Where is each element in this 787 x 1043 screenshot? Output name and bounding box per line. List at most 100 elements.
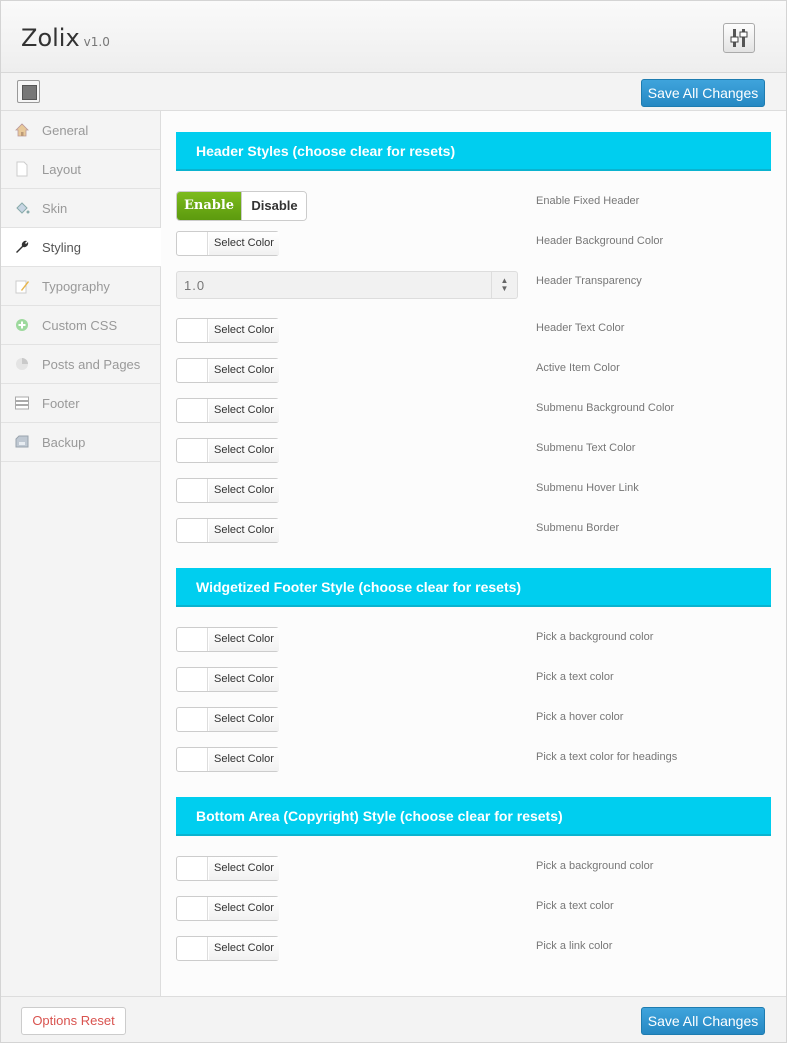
color-swatch [177, 519, 208, 542]
sidebar-item-footer[interactable]: Footer [1, 384, 160, 423]
sidebar-item-posts-and-pages[interactable]: Posts and Pages [1, 345, 160, 384]
select-color-label: Select Color [209, 479, 279, 502]
select-color-label: Select Color [209, 399, 279, 422]
main-content: Header Styles (choose clear for resets) … [176, 111, 772, 996]
select-color-button[interactable]: Select Color [176, 398, 279, 423]
color-swatch [177, 232, 208, 255]
field-label: Pick a background color [536, 860, 654, 872]
color-swatch [177, 857, 208, 880]
field-label: Header Background Color [536, 235, 664, 247]
app-header: Zolix v1.0 [1, 1, 786, 73]
sidebar: General Layout Skin Styling Typography C… [1, 111, 161, 996]
sidebar-item-styling[interactable]: Styling [1, 228, 161, 267]
sidebar-item-custom-css[interactable]: Custom CSS [1, 306, 160, 345]
color-swatch [177, 359, 208, 382]
expand-toggle-icon[interactable] [17, 80, 40, 103]
select-color-label: Select Color [209, 232, 279, 255]
field-label: Submenu Text Color [536, 442, 636, 454]
select-color-button[interactable]: Select Color [176, 747, 279, 772]
select-color-button[interactable]: Select Color [176, 518, 279, 543]
disable-button[interactable]: Disable [241, 192, 306, 220]
select-color-label: Select Color [209, 519, 279, 542]
wrench-icon [14, 239, 30, 255]
field-label: Active Item Color [536, 362, 620, 374]
sidebar-item-typography[interactable]: Typography [1, 267, 160, 306]
color-swatch [177, 937, 208, 960]
options-panel: Zolix v1.0 Save All Changes General Layo… [0, 0, 787, 1043]
sidebar-item-backup[interactable]: Backup [1, 423, 160, 462]
field-label: Enable Fixed Header [536, 195, 640, 207]
sidebar-item-label: Custom CSS [42, 317, 118, 333]
select-color-label: Select Color [209, 897, 279, 920]
select-color-label: Select Color [209, 857, 279, 880]
select-color-button[interactable]: Select Color [176, 231, 279, 256]
color-swatch [177, 628, 208, 651]
field-label: Submenu Hover Link [536, 482, 639, 494]
page-icon [14, 161, 30, 177]
color-swatch [177, 668, 208, 691]
select-color-label: Select Color [209, 439, 279, 462]
sidebar-item-label: General [42, 122, 89, 138]
color-swatch [177, 479, 208, 502]
select-color-button[interactable]: Select Color [176, 856, 279, 881]
field-label: Submenu Border [536, 522, 620, 534]
home-icon [14, 122, 30, 138]
color-swatch [177, 897, 208, 920]
toolbar: Save All Changes [1, 73, 786, 111]
paint-bucket-icon [14, 200, 30, 216]
sliders-icon [730, 29, 748, 47]
select-color-label: Select Color [209, 748, 279, 771]
field-label: Header Text Color [536, 322, 625, 334]
select-color-button[interactable]: Select Color [176, 478, 279, 503]
fixed-header-toggle: Enable Disable [176, 191, 307, 221]
save-all-button-bottom[interactable]: Save All Changes [641, 1007, 765, 1035]
field-label: Pick a background color [536, 631, 654, 643]
select-color-button[interactable]: Select Color [176, 667, 279, 692]
field-label: Pick a text color [536, 900, 614, 912]
sidebar-item-label: Posts and Pages [42, 356, 141, 372]
select-color-button[interactable]: Select Color [176, 936, 279, 961]
select-color-button[interactable]: Select Color [176, 358, 279, 383]
select-color-label: Select Color [209, 319, 279, 342]
color-swatch [177, 319, 208, 342]
select-color-button[interactable]: Select Color [176, 896, 279, 921]
sidebar-item-label: Layout [42, 161, 82, 177]
select-color-label: Select Color [209, 708, 279, 731]
field-label: Pick a text color [536, 671, 614, 683]
select-color-button[interactable]: Select Color [176, 318, 279, 343]
sidebar-item-general[interactable]: General [1, 111, 160, 150]
footer-layout-icon [14, 395, 30, 411]
sidebar-item-layout[interactable]: Layout [1, 150, 160, 189]
header-transparency-select[interactable]: 1.0 ▲ ▼ [176, 271, 518, 299]
field-label: Submenu Background Color [536, 402, 675, 414]
chevron-updown-icon: ▲ ▼ [491, 272, 517, 298]
save-all-button-top[interactable]: Save All Changes [641, 79, 765, 107]
select-color-label: Select Color [209, 628, 279, 651]
enable-button[interactable]: Enable [177, 192, 241, 220]
color-swatch [177, 439, 208, 462]
field-label: Pick a link color [536, 940, 613, 952]
field-label: Pick a text color for headings [536, 751, 678, 763]
section-title-bottom-area: Bottom Area (Copyright) Style (choose cl… [176, 797, 771, 836]
app-version: v1.0 [83, 35, 110, 49]
field-label: Header Transparency [536, 275, 642, 287]
options-footer: Options Reset Save All Changes [1, 996, 786, 1042]
select-color-button[interactable]: Select Color [176, 438, 279, 463]
section-title-footer-style: Widgetized Footer Style (choose clear fo… [176, 568, 771, 607]
select-color-label: Select Color [209, 668, 279, 691]
select-color-button[interactable]: Select Color [176, 627, 279, 652]
options-reset-button[interactable]: Options Reset [21, 1007, 126, 1035]
color-swatch [177, 748, 208, 771]
sidebar-item-skin[interactable]: Skin [1, 189, 160, 228]
select-color-label: Select Color [209, 359, 279, 382]
sidebar-item-label: Typography [42, 278, 110, 294]
pencil-icon [14, 278, 30, 294]
section-title-header-styles: Header Styles (choose clear for resets) [176, 132, 771, 171]
settings-toggle-button[interactable] [723, 23, 755, 53]
selected-value: 1.0 [184, 278, 206, 293]
sidebar-item-label: Skin [42, 200, 68, 216]
sidebar-item-label: Footer [42, 395, 80, 411]
sidebar-item-label: Styling [42, 239, 82, 255]
select-color-button[interactable]: Select Color [176, 707, 279, 732]
drive-icon [14, 434, 30, 450]
